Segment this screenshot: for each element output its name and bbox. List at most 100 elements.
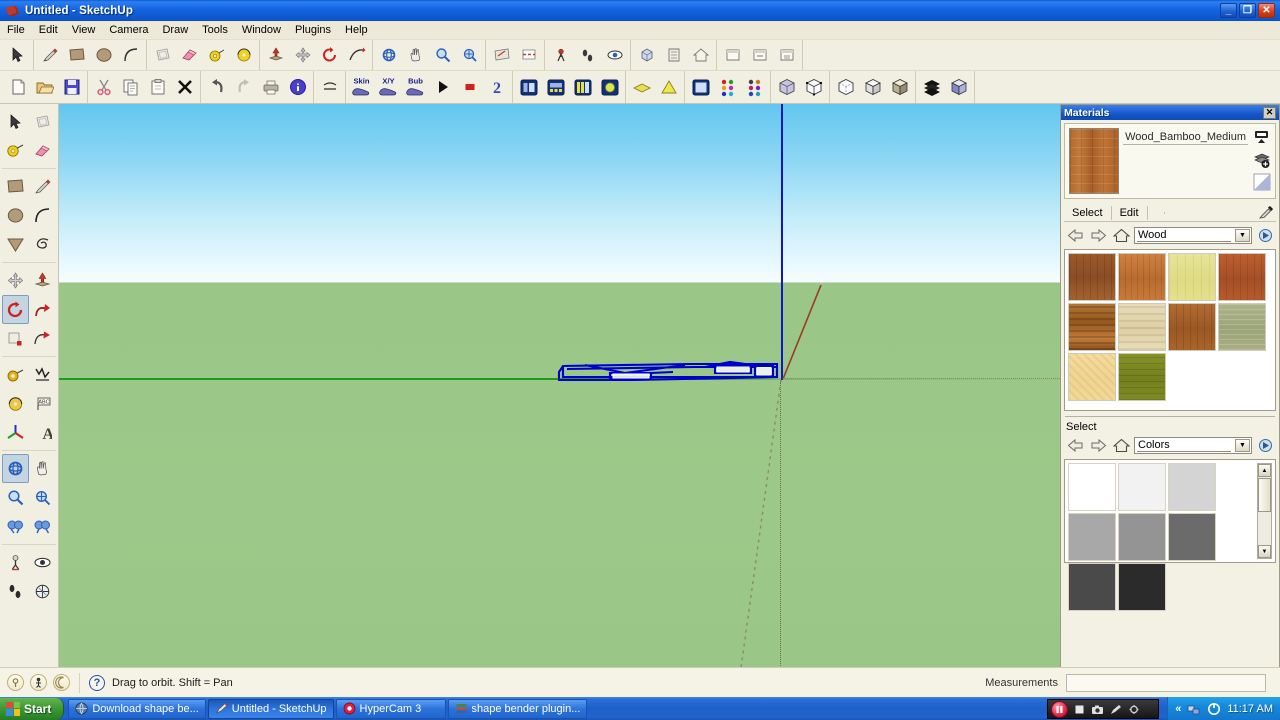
- tab-empty[interactable]: [1148, 212, 1165, 214]
- wood-swatch-2[interactable]: [1118, 253, 1166, 301]
- 3d-text-tool-button[interactable]: A: [29, 418, 56, 447]
- start-button[interactable]: Start: [0, 698, 64, 720]
- hypercam-pause-button[interactable]: [1051, 701, 1068, 718]
- back-arrow-icon[interactable]: [1065, 436, 1085, 454]
- minimize-button[interactable]: _: [1220, 3, 1237, 18]
- dimension-tool-button[interactable]: [29, 360, 56, 389]
- walk-tool-button[interactable]: [2, 577, 29, 606]
- pushpull-tool-button[interactable]: [262, 43, 289, 68]
- solar-north-icon[interactable]: [30, 674, 47, 691]
- copy-button[interactable]: [117, 75, 144, 100]
- forward-arrow-icon[interactable]: [1088, 226, 1108, 244]
- shadow-icon[interactable]: [53, 674, 70, 691]
- paste-button[interactable]: [144, 75, 171, 100]
- scene-add-button[interactable]: [719, 43, 746, 68]
- delete-button[interactable]: [171, 75, 198, 100]
- style-textures-button[interactable]: [886, 75, 913, 100]
- shoe-bub-button[interactable]: Bub: [402, 75, 429, 100]
- arc-tool-button[interactable]: [117, 43, 144, 68]
- look-around-tool-button[interactable]: [29, 548, 56, 577]
- material-library-select[interactable]: Wood ▼: [1134, 227, 1252, 244]
- hypercam-camera-button[interactable]: [1091, 703, 1104, 716]
- model-info-button[interactable]: [284, 75, 311, 100]
- scene-home-button[interactable]: [687, 43, 714, 68]
- color-by-layer-button[interactable]: [714, 75, 741, 100]
- circle-tool-button[interactable]: [90, 43, 117, 68]
- style-back-edges-button[interactable]: [945, 75, 972, 100]
- vray-material-editor-button[interactable]: [569, 75, 596, 100]
- color-swatch-4[interactable]: [1068, 513, 1116, 561]
- vray-framebuffer-button[interactable]: [542, 75, 569, 100]
- followme-tool-button[interactable]: [343, 43, 370, 68]
- create-material-icon[interactable]: [1252, 151, 1271, 169]
- menu-plugins[interactable]: Plugins: [288, 22, 338, 38]
- section-plane-tool-button[interactable]: [488, 43, 515, 68]
- wood-swatch-9[interactable]: [1068, 353, 1116, 401]
- pan-tool-button[interactable]: [29, 454, 56, 483]
- style-wireframe-button[interactable]: [800, 75, 827, 100]
- menu-tools[interactable]: Tools: [195, 22, 235, 38]
- wood-swatch-8[interactable]: [1218, 303, 1266, 351]
- menu-view[interactable]: View: [65, 22, 103, 38]
- scroll-down-button[interactable]: ▼: [1258, 545, 1271, 558]
- line-tool-button[interactable]: [29, 172, 56, 201]
- hypercam-pen-button[interactable]: [1109, 703, 1122, 716]
- wood-swatch-6[interactable]: [1118, 303, 1166, 351]
- taskbar-item-sketchup[interactable]: Untitled - SketchUp: [208, 699, 334, 719]
- taskbar-item-download[interactable]: Download shape be...: [68, 699, 205, 719]
- color-swatch-3[interactable]: [1168, 463, 1216, 511]
- details-arrow-icon[interactable]: [1255, 226, 1275, 244]
- hypercam-settings-button[interactable]: [1127, 703, 1140, 716]
- axes-tool-button[interactable]: [2, 418, 29, 447]
- section-display-tool-button[interactable]: [515, 43, 542, 68]
- color-by-material-button[interactable]: [741, 75, 768, 100]
- vray-infinite-plane-button[interactable]: [628, 75, 655, 100]
- color-swatch-1[interactable]: [1068, 463, 1116, 511]
- close-button[interactable]: ✕: [1258, 3, 1275, 18]
- color-swatch-6[interactable]: [1168, 513, 1216, 561]
- rotate-tool-button[interactable]: [2, 295, 29, 324]
- protractor-tool-button[interactable]: [2, 389, 29, 418]
- rotate-tool-button[interactable]: [316, 43, 343, 68]
- current-material-preview[interactable]: [1069, 128, 1119, 194]
- colors-library-select[interactable]: Colors ▼: [1134, 437, 1252, 454]
- wood-swatch-1[interactable]: [1068, 253, 1116, 301]
- style-xray-button[interactable]: [773, 75, 800, 100]
- color-swatch-7[interactable]: [1068, 563, 1116, 611]
- scale-tool-button[interactable]: [2, 324, 29, 353]
- details-arrow-icon[interactable]: [1255, 436, 1275, 454]
- selected-flat-geometry[interactable]: [555, 352, 785, 386]
- scrollbar-thumb[interactable]: [1258, 478, 1271, 512]
- forward-arrow-icon[interactable]: [1088, 436, 1108, 454]
- orbit-tool-button[interactable]: [2, 454, 29, 483]
- section-plane-tool-button[interactable]: [29, 577, 56, 606]
- offset-tool-button[interactable]: [29, 107, 56, 136]
- scene-update-button[interactable]: [746, 43, 773, 68]
- style-shaded-button[interactable]: [859, 75, 886, 100]
- drape-button[interactable]: [316, 75, 343, 100]
- rectangle-tool-button[interactable]: [2, 172, 29, 201]
- move-tool-button[interactable]: [289, 43, 316, 68]
- followme-tool-button[interactable]: [29, 295, 56, 324]
- colors-scrollbar[interactable]: ▲ ▼: [1257, 463, 1272, 559]
- materials-panel-close-button[interactable]: ✕: [1263, 107, 1276, 119]
- tab-select[interactable]: Select: [1064, 206, 1112, 220]
- menu-window[interactable]: Window: [235, 22, 288, 38]
- menu-file[interactable]: File: [0, 22, 32, 38]
- preview-swatch-icon[interactable]: [1252, 173, 1271, 191]
- tape-measure-tool-button[interactable]: [2, 136, 29, 165]
- eyedropper-icon[interactable]: [1254, 204, 1276, 221]
- freehand-tool-button[interactable]: [29, 230, 56, 259]
- network-icon[interactable]: [1187, 702, 1201, 716]
- wood-swatch-10[interactable]: [1118, 353, 1166, 401]
- select-tool-button[interactable]: [4, 43, 31, 68]
- style-monochrome-button[interactable]: [918, 75, 945, 100]
- taskbar-item-shape-bender[interactable]: shape bender plugin...: [448, 699, 588, 719]
- make-component-button[interactable]: [633, 43, 660, 68]
- wood-swatch-3[interactable]: [1168, 253, 1216, 301]
- home-icon[interactable]: [1111, 226, 1131, 244]
- hypercam-stop-button[interactable]: [1073, 703, 1086, 716]
- protractor-tool-button[interactable]: [230, 43, 257, 68]
- zoom-tool-button[interactable]: [2, 483, 29, 512]
- stop-animation-button[interactable]: [456, 75, 483, 100]
